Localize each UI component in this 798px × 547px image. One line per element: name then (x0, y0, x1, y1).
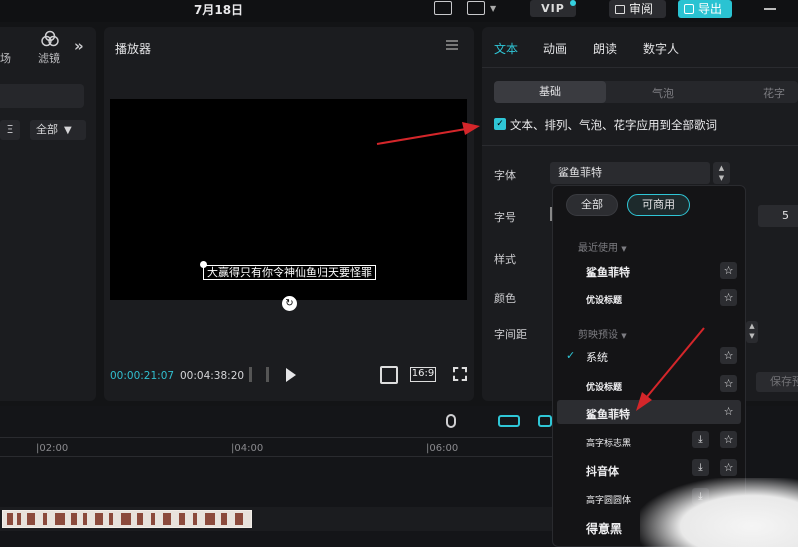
fullscreen-icon[interactable] (453, 367, 467, 381)
all-filter-label: 全部 (36, 123, 58, 136)
tab-digital-human[interactable]: 数字人 (643, 40, 679, 57)
timeline-ruler (0, 456, 552, 457)
star-icon[interactable]: ☆ (720, 403, 737, 420)
sort-button[interactable]: Ξ (0, 120, 20, 140)
star-icon[interactable]: ☆ (720, 347, 737, 364)
font-label: 字体 (494, 169, 516, 182)
timeline-tick: |06:00 (426, 443, 459, 454)
save-preset-button[interactable]: 保存预 (756, 372, 798, 392)
font-item-preset-2[interactable]: 鲨鱼菲特 (586, 406, 630, 422)
section-recent-label: 最近使用 (578, 243, 618, 254)
tab-read-aloud[interactable]: 朗读 (593, 40, 617, 57)
timeline-tick: |02:00 (36, 443, 69, 454)
export-button[interactable]: 导出 (678, 0, 732, 18)
font-stepper[interactable]: ▲ ▼ (713, 162, 730, 184)
apply-all-label[interactable]: 文本、排列、气泡、花字应用到全部歌词 (510, 117, 717, 133)
review-button[interactable]: 审阅 (609, 0, 666, 18)
tab-partial[interactable]: 场 (0, 50, 11, 66)
funnel-icon: ▼ (64, 125, 72, 136)
expand-chevron-icon[interactable]: » (74, 37, 84, 55)
font-item-recent-1[interactable]: 优设标题 (586, 293, 622, 306)
chevron-down-icon[interactable]: ▼ (490, 4, 496, 13)
current-time: 00:00:21:07 (110, 370, 175, 382)
font-select[interactable]: 鲨鱼菲特 (550, 162, 710, 184)
section-divider (482, 145, 798, 146)
apply-all-checkbox[interactable]: ✓ (494, 118, 506, 130)
filter-icon[interactable] (40, 30, 60, 48)
pill-all[interactable]: 全部 (566, 194, 618, 216)
review-label: 审阅 (629, 2, 654, 16)
font-item-system[interactable]: 系统 (586, 349, 608, 365)
project-date: 7月18日 (194, 3, 244, 17)
caret-down-icon: ▼ (621, 332, 627, 340)
minimize-icon[interactable] (764, 8, 776, 10)
caret-down-icon: ▼ (621, 245, 627, 253)
download-icon[interactable]: ⤓ (692, 459, 709, 476)
tab-animation[interactable]: 动画 (543, 40, 567, 57)
export-label: 导出 (698, 2, 723, 16)
media-search-input[interactable] (0, 84, 84, 108)
pill-commercial[interactable]: 可商用 (627, 194, 690, 216)
font-item-preset-4[interactable]: 抖音体 (586, 463, 619, 479)
section-preset[interactable]: 剪映预设 ▼ (578, 326, 627, 341)
timeline-toolbar-divider (0, 437, 552, 438)
section-recent[interactable]: 最近使用 ▼ (578, 239, 627, 254)
blur-overlay (640, 478, 798, 547)
upload-icon (684, 4, 694, 14)
vip-badge-dot (570, 0, 576, 6)
grid-icon[interactable] (249, 367, 269, 382)
star-icon[interactable]: ☆ (720, 375, 737, 392)
font-item-preset-3[interactable]: 高字标志黑 (586, 436, 631, 449)
tab-text[interactable]: 文本 (494, 40, 518, 57)
subtab-bubble[interactable]: 气泡 (652, 85, 674, 101)
color-label: 颜色 (494, 292, 516, 305)
lyrics-clip-track[interactable] (2, 510, 252, 528)
font-item-preset-5[interactable]: 高字圆圆体 (586, 493, 631, 506)
size-label: 字号 (494, 211, 516, 224)
spacing-stepper[interactable]: ▲ ▼ (746, 321, 758, 343)
subtitle-box[interactable]: 大赢得只有你令神仙鱼归天要怪罪 (203, 265, 376, 280)
zoom-icon[interactable] (380, 366, 398, 384)
all-filter-button[interactable]: 全部 ▼ (30, 120, 86, 140)
resize-handle[interactable] (200, 261, 207, 268)
tab-divider (482, 67, 798, 68)
player-title: 播放器 (115, 42, 152, 56)
total-time: 00:04:38:20 (180, 370, 245, 382)
microphone-icon[interactable] (446, 414, 456, 428)
aspect-ratio-button[interactable]: 16:9 (410, 367, 436, 382)
timeline-tick: |04:00 (231, 443, 264, 454)
subtab-fancy[interactable]: 花字 (763, 85, 785, 101)
snap-icon[interactable] (538, 415, 552, 427)
star-icon[interactable]: ☆ (720, 459, 737, 476)
review-icon (615, 5, 625, 14)
tab-filter[interactable]: 滤镜 (38, 50, 60, 66)
rotate-icon[interactable]: ↻ (282, 296, 297, 311)
spacing-label: 字间距 (494, 328, 527, 341)
font-item-recent-0[interactable]: 鲨鱼菲特 (586, 264, 630, 280)
section-preset-label: 剪映预设 (578, 330, 618, 341)
font-item-preset-6[interactable]: 得意黑 (586, 520, 622, 537)
style-label: 样式 (494, 253, 516, 266)
keyboard-icon[interactable] (434, 1, 452, 15)
star-icon[interactable]: ☆ (720, 289, 737, 306)
download-icon[interactable]: ⤓ (692, 431, 709, 448)
font-item-preset-1[interactable]: 优设标题 (586, 380, 622, 393)
star-icon[interactable]: ☆ (720, 262, 737, 279)
star-icon[interactable]: ☆ (720, 431, 737, 448)
subtab-basic[interactable]: 基础 (494, 81, 606, 103)
layout-icon[interactable] (467, 1, 485, 15)
size-input[interactable]: 5 (758, 205, 798, 227)
link-icon[interactable] (498, 415, 520, 427)
play-icon[interactable] (286, 368, 296, 382)
font-item-hover-row[interactable] (557, 400, 741, 424)
check-icon: ✓ (566, 349, 576, 362)
menu-icon[interactable] (446, 40, 458, 50)
